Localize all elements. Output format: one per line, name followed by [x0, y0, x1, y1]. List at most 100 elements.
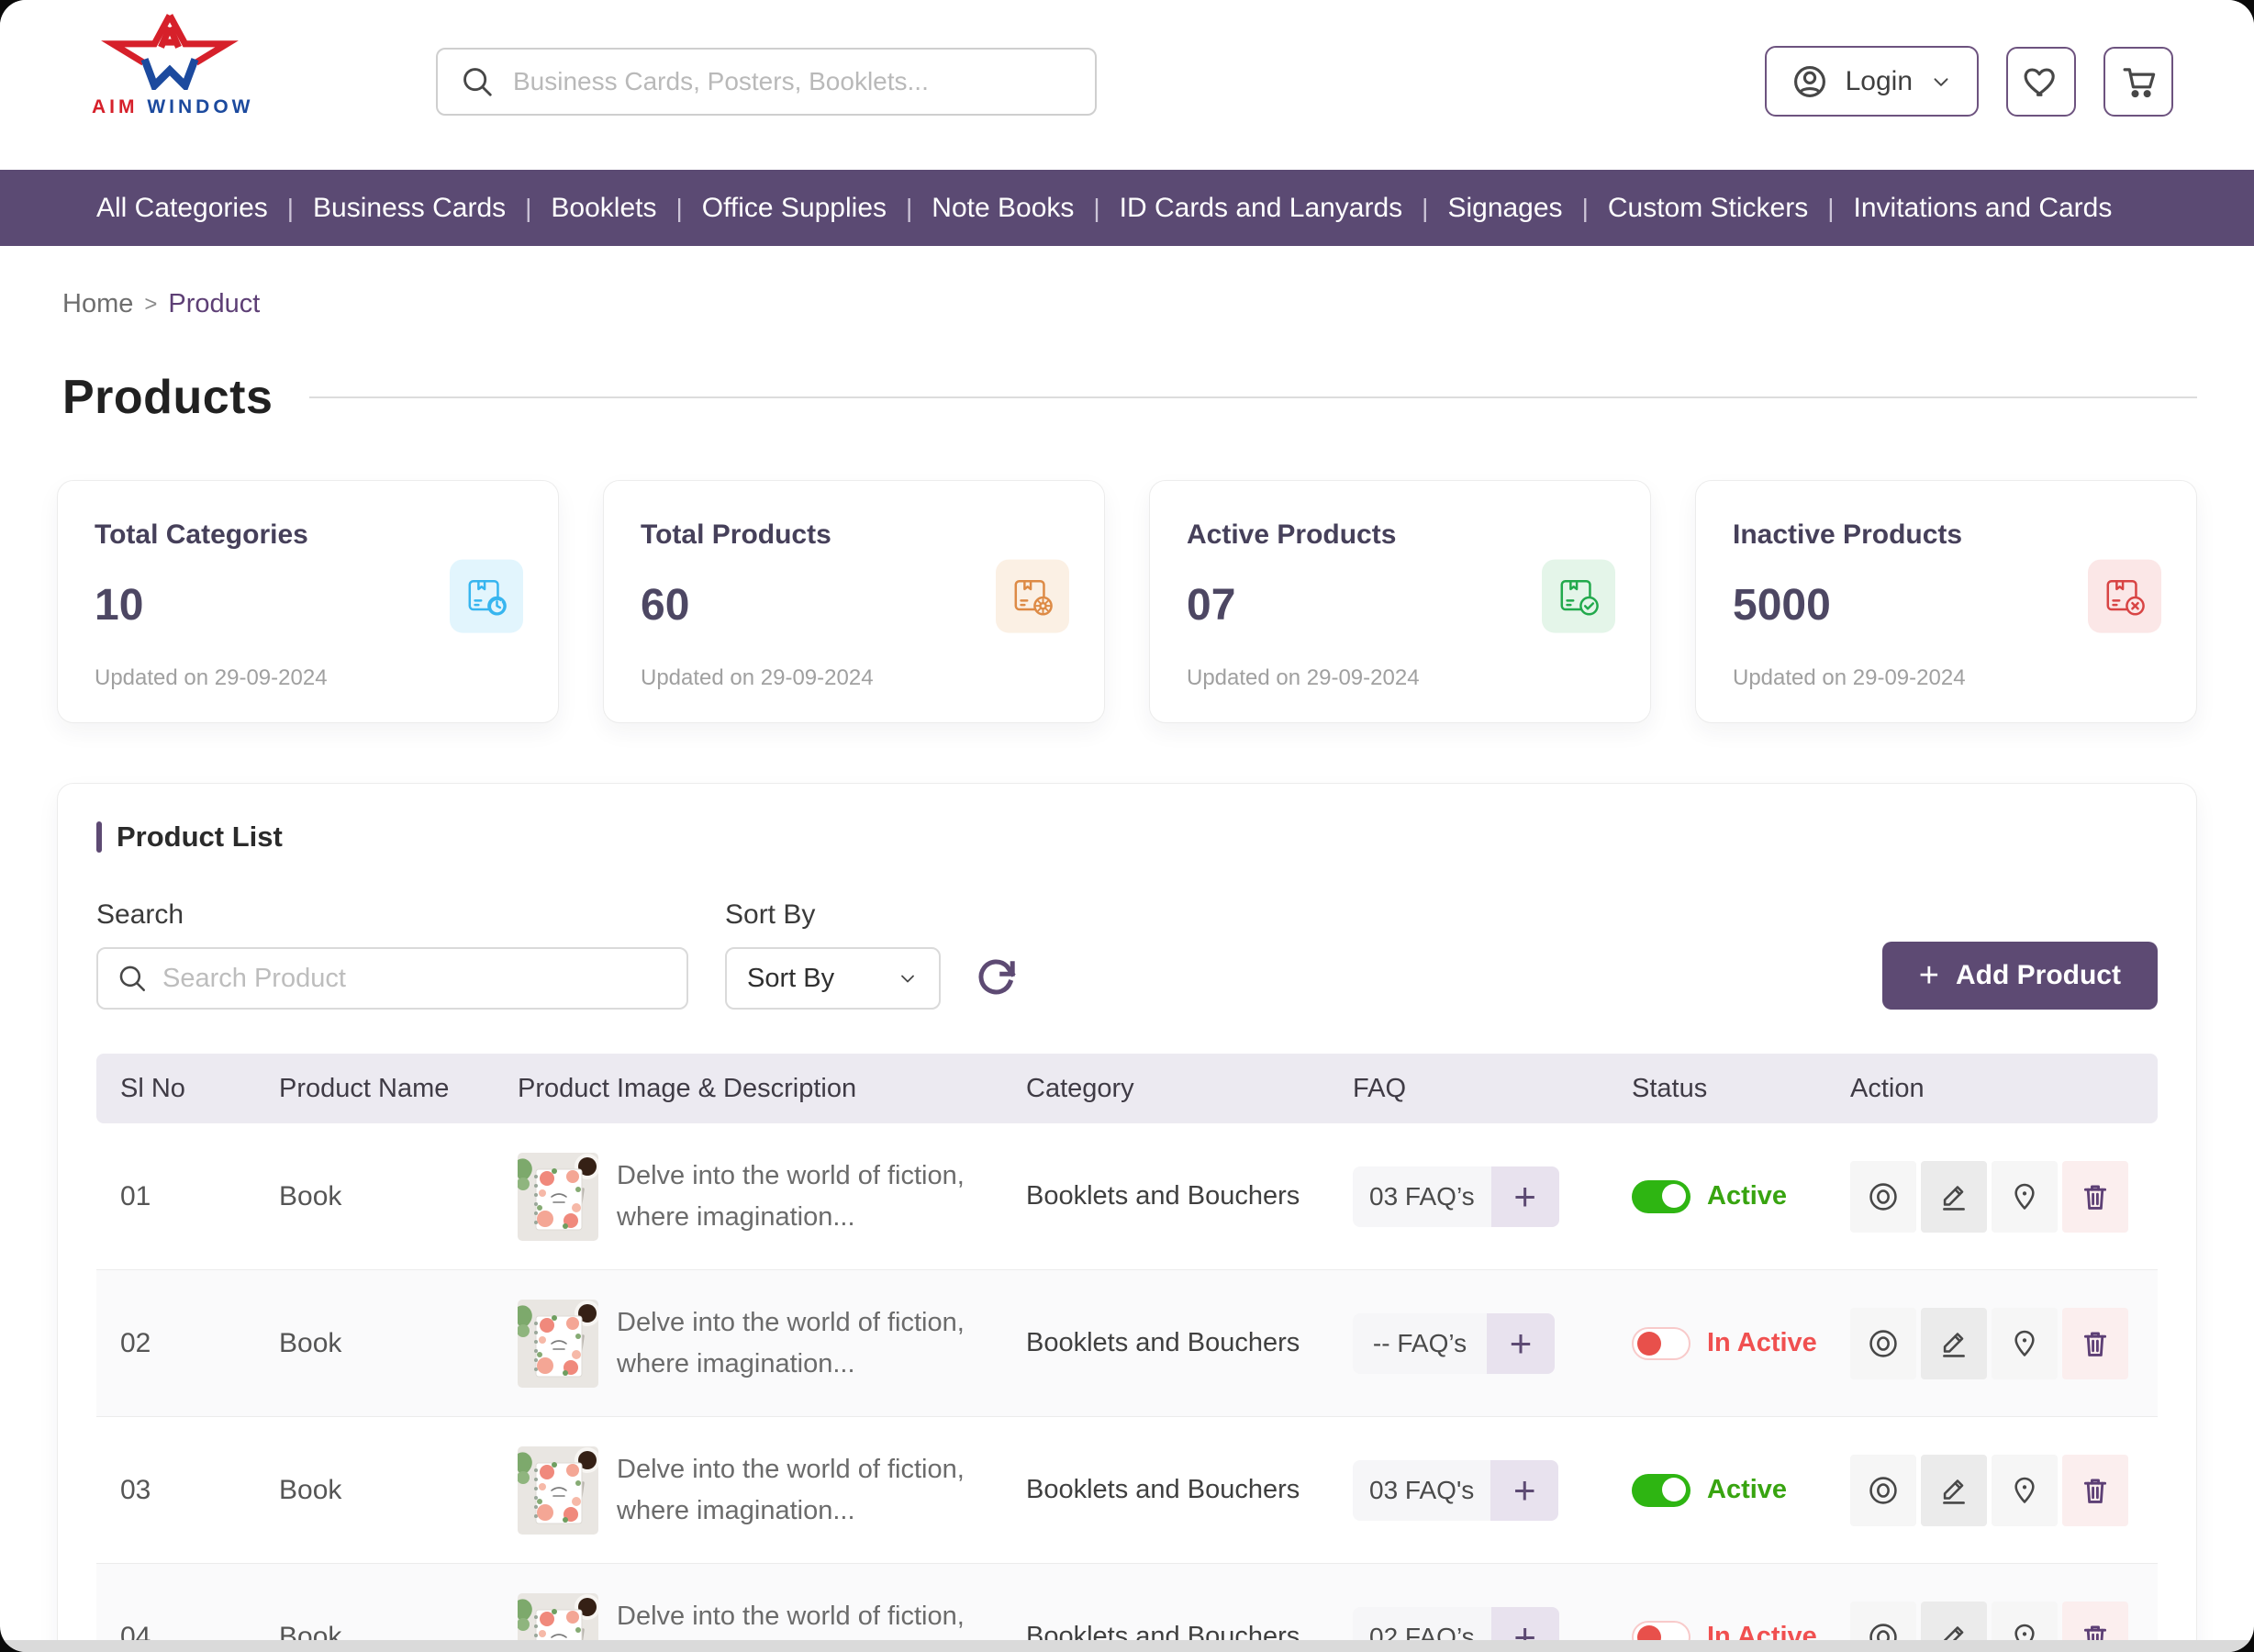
add-faq-button[interactable]: +	[1487, 1313, 1555, 1374]
wishlist-button[interactable]	[2006, 47, 2076, 117]
product-list-panel: Product List Search Sort By Sort By	[57, 783, 2197, 1652]
location-button[interactable]	[1992, 1455, 2058, 1526]
nav-separator: |	[525, 194, 531, 223]
location-button[interactable]	[1992, 1161, 2058, 1233]
col-category: Category	[1026, 1074, 1353, 1104]
faq-count-badge: 03 FAQ's	[1353, 1460, 1490, 1521]
nav-separator: |	[1422, 194, 1428, 223]
app-window: AIM WINDOW Login	[0, 0, 2254, 1652]
stat-card-active-products: Active Products 07 Updated on 29-09-2024	[1149, 480, 1651, 723]
global-search-input[interactable]	[513, 67, 1073, 96]
brand-name: AIM WINDOW	[92, 96, 248, 118]
nav-separator: |	[287, 194, 294, 223]
package-x-icon	[2088, 559, 2161, 632]
delete-button[interactable]	[2062, 1455, 2128, 1526]
add-product-label: Add Product	[1956, 960, 2121, 991]
col-faq: FAQ	[1353, 1074, 1632, 1104]
product-thumbnail	[518, 1153, 598, 1241]
nav-invitations-cards[interactable]: Invitations and Cards	[1835, 193, 2132, 224]
global-search	[436, 48, 1097, 116]
delete-button[interactable]	[2062, 1308, 2128, 1379]
col-status: Status	[1632, 1074, 1850, 1104]
top-header: AIM WINDOW Login	[0, 0, 2254, 170]
bottom-scroll-strip[interactable]	[0, 1640, 2254, 1652]
faq-count-badge: 03 FAQ’s	[1353, 1166, 1491, 1227]
category-nav: All Categories| Business Cards| Booklets…	[0, 170, 2254, 246]
edit-icon	[1938, 1328, 1969, 1359]
map-pin-icon	[2009, 1328, 2040, 1359]
edit-button[interactable]	[1921, 1455, 1987, 1526]
status-label: In Active	[1707, 1328, 1817, 1358]
map-pin-icon	[2009, 1475, 2040, 1506]
toggle-knob	[1662, 1184, 1686, 1208]
nav-separator: |	[1093, 194, 1099, 223]
stat-updated: Updated on 29-09-2024	[95, 665, 521, 691]
cell-product-name: Book	[279, 1328, 518, 1359]
status-label: Active	[1707, 1181, 1787, 1211]
product-search-input[interactable]	[162, 964, 668, 994]
cell-category: Booklets and Bouchers	[1026, 1181, 1353, 1211]
edit-button[interactable]	[1921, 1308, 1987, 1379]
cell-description: Delve into the world of fiction, where i…	[617, 1302, 1026, 1385]
product-thumbnail	[518, 1446, 598, 1535]
nav-office-supplies[interactable]: Office Supplies	[683, 193, 906, 224]
cell-product-name: Book	[279, 1181, 518, 1212]
stat-card-total-categories: Total Categories 10 Updated on 29-09-202…	[57, 480, 559, 723]
faq-count-badge: -- FAQ’s	[1353, 1313, 1487, 1374]
sort-by-select[interactable]: Sort By	[725, 947, 941, 1010]
trash-icon	[2080, 1475, 2111, 1506]
search-label: Search	[96, 899, 688, 931]
cell-category: Booklets and Bouchers	[1026, 1475, 1353, 1505]
nav-note-books[interactable]: Note Books	[912, 193, 1093, 224]
breadcrumb-home[interactable]: Home	[62, 289, 133, 319]
view-icon	[1868, 1328, 1899, 1359]
nav-custom-stickers[interactable]: Custom Stickers	[1589, 193, 1827, 224]
edit-icon	[1938, 1475, 1969, 1506]
chevron-down-icon	[1929, 70, 1953, 94]
status-label: Active	[1707, 1475, 1787, 1505]
nav-separator: |	[906, 194, 912, 223]
nav-booklets[interactable]: Booklets	[531, 193, 675, 224]
status-toggle[interactable]	[1632, 1327, 1690, 1360]
view-icon	[1868, 1181, 1899, 1212]
location-button[interactable]	[1992, 1308, 2058, 1379]
nav-id-cards-lanyards[interactable]: ID Cards and Lanyards	[1100, 193, 1423, 224]
view-button[interactable]	[1850, 1308, 1916, 1379]
chevron-down-icon	[897, 967, 919, 989]
status-toggle[interactable]	[1632, 1474, 1690, 1507]
refresh-icon	[975, 957, 1017, 999]
header-actions: Login	[1765, 46, 2173, 117]
search-icon	[460, 64, 495, 99]
view-button[interactable]	[1850, 1455, 1916, 1526]
user-icon	[1791, 62, 1829, 101]
cell-description: Delve into the world of fiction, where i…	[617, 1449, 1026, 1532]
brand-logo[interactable]: AIM WINDOW	[92, 11, 248, 118]
stat-card-total-products: Total Products 60 Updated on 29-09-2024	[603, 480, 1105, 723]
table-row: 01 Book Delve into the world of fiction,…	[96, 1123, 2158, 1270]
cell-sl-no: 03	[120, 1475, 279, 1506]
refresh-button[interactable]	[970, 947, 1021, 1010]
table-row: 04 Book Delve into the world of fiction,…	[96, 1564, 2158, 1652]
sort-by-value: Sort By	[747, 964, 834, 994]
nav-all-categories[interactable]: All Categories	[96, 193, 287, 224]
plus-icon: +	[1919, 958, 1939, 993]
search-icon	[117, 963, 148, 994]
nav-signages[interactable]: Signages	[1428, 193, 1581, 224]
stat-updated: Updated on 29-09-2024	[1733, 665, 2159, 691]
nav-business-cards[interactable]: Business Cards	[294, 193, 525, 224]
edit-button[interactable]	[1921, 1161, 1987, 1233]
delete-button[interactable]	[2062, 1161, 2128, 1233]
add-faq-button[interactable]: +	[1490, 1460, 1558, 1521]
table-row: 03 Book Delve into the world of fiction,…	[96, 1417, 2158, 1564]
stats-cards: Total Categories 10 Updated on 29-09-202…	[57, 480, 2197, 723]
status-toggle[interactable]	[1632, 1180, 1690, 1213]
add-faq-button[interactable]: +	[1491, 1166, 1559, 1227]
breadcrumb: Home > Product	[57, 289, 2197, 319]
cart-button[interactable]	[2103, 47, 2173, 117]
package-clock-icon	[450, 559, 523, 632]
heading-accent-bar	[96, 821, 102, 853]
login-button[interactable]: Login	[1765, 46, 1979, 117]
breadcrumb-separator: >	[144, 292, 157, 318]
view-button[interactable]	[1850, 1161, 1916, 1233]
add-product-button[interactable]: + Add Product	[1882, 942, 2158, 1010]
